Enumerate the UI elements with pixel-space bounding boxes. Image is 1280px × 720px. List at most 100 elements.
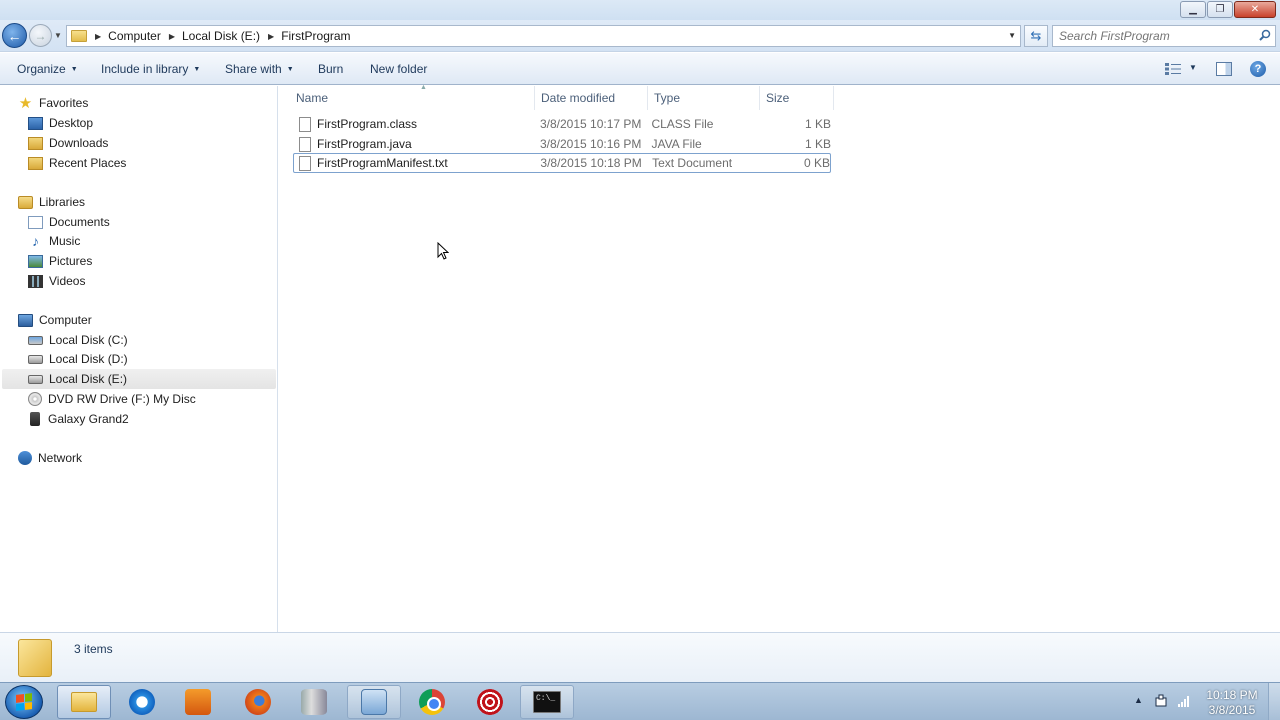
network-signal-icon[interactable] <box>1177 694 1191 708</box>
music-label: Music <box>49 234 81 248</box>
column-header-name[interactable]: Name ▲ <box>290 84 535 110</box>
system-clock[interactable]: 10:18 PM 3/8/2015 <box>1200 688 1264 718</box>
recent-pages-dropdown[interactable]: ▼ <box>54 31 62 40</box>
mouse-cursor-icon <box>437 242 449 260</box>
file-size: 0 KB <box>803 156 830 170</box>
close-button[interactable]: ✕ <box>1234 1 1276 18</box>
nav-recent-places[interactable]: Recent Places <box>28 153 126 173</box>
chevron-right-icon[interactable]: ▶ <box>268 32 274 41</box>
nav-galaxy-grand2[interactable]: Galaxy Grand2 <box>28 409 129 429</box>
show-hidden-icons[interactable]: ▲ <box>1134 695 1143 705</box>
column-header-type[interactable]: Type <box>648 86 760 110</box>
local-disk-e-label: Local Disk (E:) <box>49 372 128 386</box>
new-folder-button[interactable]: New folder <box>370 62 427 76</box>
view-options-dropdown[interactable]: ▼ <box>1189 63 1197 72</box>
desktop-label: Desktop <box>49 116 94 130</box>
file-icon <box>299 136 311 152</box>
file-icon <box>299 116 311 132</box>
taskbar-internet-explorer[interactable] <box>115 685 169 719</box>
taskbar-network-tool[interactable] <box>347 685 401 719</box>
star-icon: ★ <box>18 94 33 112</box>
refresh-icon: ⇆ <box>1030 28 1042 43</box>
navigation-pane: ★ Favorites Desktop Downloads Recent Pla… <box>0 86 278 632</box>
show-desktop-button[interactable] <box>1268 683 1280 720</box>
title-bar: ▁ ❐ ✕ <box>0 0 1280 20</box>
clock-time: 10:18 PM <box>1206 688 1258 702</box>
computer-label: Computer <box>39 313 92 327</box>
action-center-icon[interactable] <box>1154 694 1168 708</box>
taskbar-windows-explorer[interactable] <box>57 685 111 719</box>
minimize-button[interactable]: ▁ <box>1180 1 1206 18</box>
sort-ascending-icon: ▲ <box>420 84 427 91</box>
taskbar: C:\_ ▲ 10:18 PM 3/8/2015 <box>0 682 1280 720</box>
address-dropdown-icon[interactable]: ▼ <box>1008 31 1016 40</box>
file-row[interactable]: FirstProgramManifest.txt 3/8/2015 10:18 … <box>293 153 831 173</box>
local-disk-d-label: Local Disk (D:) <box>49 352 128 366</box>
file-date: 3/8/2015 10:17 PM <box>539 117 642 131</box>
file-name: FirstProgramManifest.txt <box>317 156 448 170</box>
burn-button[interactable]: Burn <box>318 62 343 76</box>
preview-pane-icon[interactable] <box>1216 62 1232 76</box>
nav-local-disk-c[interactable]: Local Disk (C:) <box>28 330 128 350</box>
file-row[interactable]: FirstProgram.java 3/8/2015 10:16 PM JAVA… <box>293 134 831 154</box>
window-controls: ▁ ❐ ✕ <box>1180 1 1276 18</box>
search-box[interactable] <box>1052 25 1276 47</box>
address-bar[interactable]: ▶ Computer ▶ Local Disk (E:) ▶ FirstProg… <box>66 25 1021 47</box>
hard-drive-icon <box>28 335 43 345</box>
taskbar-chrome[interactable] <box>405 685 459 719</box>
recent-places-icon <box>28 156 43 170</box>
file-size: 1 KB <box>804 117 831 131</box>
clock-date: 3/8/2015 <box>1208 703 1256 717</box>
search-input[interactable] <box>1053 26 1243 46</box>
breadcrumb-firstprogram[interactable]: FirstProgram <box>281 29 350 43</box>
nav-music[interactable]: ♪ Music <box>28 231 80 251</box>
file-type: Text Document <box>652 156 733 170</box>
share-with-button[interactable]: Share with ▼ <box>225 62 294 76</box>
include-in-library-button[interactable]: Include in library ▼ <box>101 62 200 76</box>
share-with-label: Share with <box>225 62 282 76</box>
nav-libraries[interactable]: Libraries <box>18 192 85 212</box>
column-header-size[interactable]: Size <box>760 86 834 110</box>
chrome-icon <box>419 689 445 715</box>
chevron-right-icon[interactable]: ▶ <box>169 32 175 41</box>
nav-computer[interactable]: Computer <box>18 310 92 330</box>
start-button[interactable] <box>5 685 43 719</box>
nav-local-disk-e[interactable]: Local Disk (E:) <box>2 369 276 389</box>
taskbar-firefox[interactable] <box>231 685 285 719</box>
taskbar-media-player[interactable] <box>171 685 225 719</box>
chevron-right-icon[interactable]: ▶ <box>95 32 101 41</box>
libraries-label: Libraries <box>39 195 86 209</box>
forward-button[interactable]: → <box>29 24 52 47</box>
nav-local-disk-d[interactable]: Local Disk (D:) <box>28 349 128 369</box>
nav-network[interactable]: Network <box>18 448 82 468</box>
refresh-button[interactable]: ⇆ <box>1024 25 1048 47</box>
nav-pictures[interactable]: Pictures <box>28 251 92 271</box>
file-type: CLASS File <box>651 117 714 131</box>
taskbar-command-prompt[interactable]: C:\_ <box>520 685 574 719</box>
taskbar-database-tool[interactable] <box>287 685 341 719</box>
nav-favorites[interactable]: ★ Favorites <box>18 93 89 113</box>
videos-icon <box>28 274 43 288</box>
nav-downloads[interactable]: Downloads <box>28 133 108 153</box>
breadcrumb-computer[interactable]: Computer <box>108 29 161 43</box>
change-view-icon[interactable] <box>1165 63 1181 75</box>
file-list: Name ▲ Date modified Type Size FirstProg… <box>279 84 1280 632</box>
nav-videos[interactable]: Videos <box>28 271 85 291</box>
network-globe-icon <box>18 451 32 465</box>
file-row[interactable]: FirstProgram.class 3/8/2015 10:17 PM CLA… <box>293 114 831 134</box>
nav-desktop[interactable]: Desktop <box>28 113 93 133</box>
file-date: 3/8/2015 10:16 PM <box>539 137 642 151</box>
search-icon[interactable] <box>1259 29 1271 41</box>
breadcrumb-local-disk-e[interactable]: Local Disk (E:) <box>182 29 260 43</box>
column-name-label: Name <box>296 91 329 105</box>
help-icon[interactable]: ? <box>1250 61 1266 77</box>
back-button[interactable]: ← <box>2 23 27 48</box>
caret-down-icon: ▼ <box>70 65 78 73</box>
organize-button[interactable]: Organize ▼ <box>17 62 78 76</box>
nav-dvd-drive[interactable]: DVD RW Drive (F:) My Disc <box>28 389 196 409</box>
maximize-button[interactable]: ❐ <box>1207 1 1233 18</box>
dvd-disc-icon <box>28 392 42 406</box>
column-header-date-modified[interactable]: Date modified <box>535 86 648 110</box>
taskbar-target-app[interactable] <box>463 685 517 719</box>
nav-documents[interactable]: Documents <box>28 212 110 232</box>
